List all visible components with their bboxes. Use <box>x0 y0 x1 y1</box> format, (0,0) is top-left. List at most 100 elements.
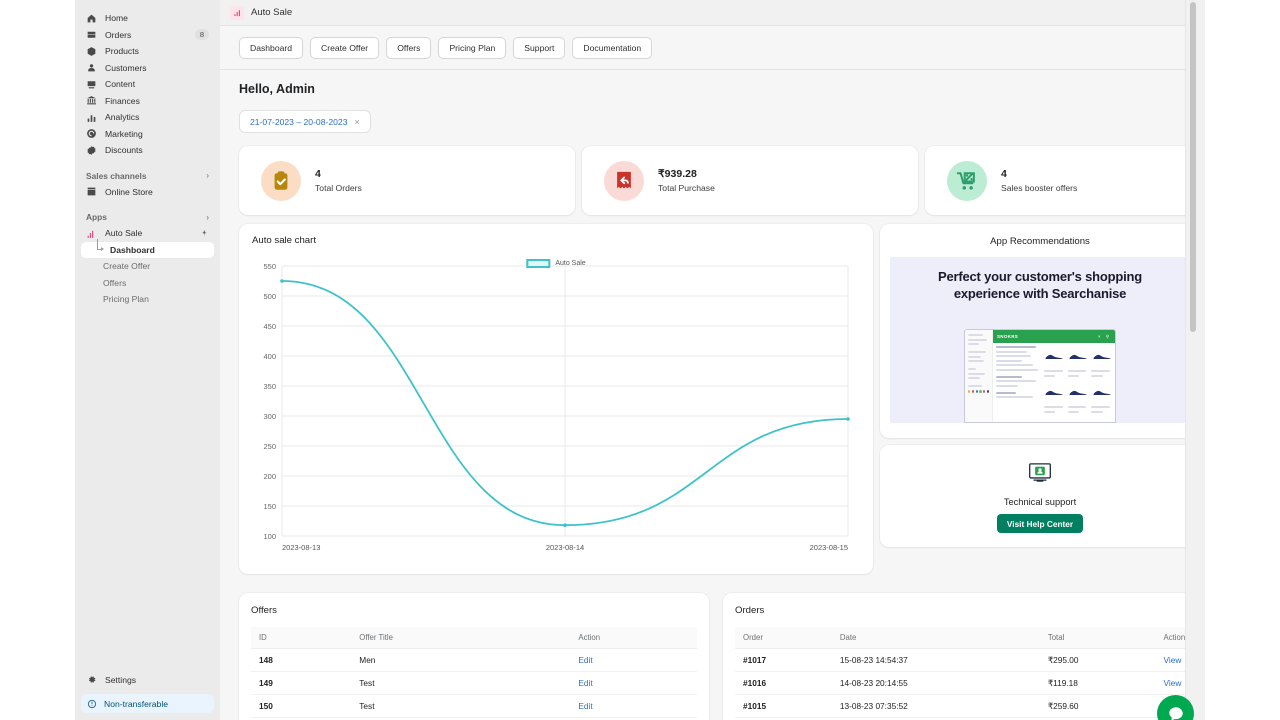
tab-support[interactable]: Support <box>513 36 566 59</box>
table-row: #1016 14-08-23 20:14:55 ₹119.18 View <box>735 671 1249 695</box>
app-logo-icon <box>230 5 244 20</box>
order-date: 14-08-23 20:14:55 <box>831 671 1040 695</box>
offer-title: Men <box>351 648 571 672</box>
sidebar-item-settings[interactable]: Settings <box>81 672 214 689</box>
finances-icon <box>86 95 97 106</box>
tables-row: Offers ID Offer Title Action 148 Men Edit 149… <box>239 593 1261 720</box>
date-range-filter[interactable]: 21-07-2023 – 20-08-2023 × <box>239 110 371 133</box>
view-link[interactable]: View <box>1164 678 1182 688</box>
recommendation-banner[interactable]: Perfect your customer's shopping experie… <box>890 257 1190 423</box>
tab-documentation[interactable]: Documentation <box>572 36 653 59</box>
sidebar-item-products[interactable]: Products <box>81 43 214 60</box>
filter-row: 21-07-2023 – 20-08-2023 × App Disable <box>239 110 1261 133</box>
app-recommendations-title: App Recommendations <box>990 236 1090 247</box>
shoe-icon <box>1091 382 1112 404</box>
sidebar-subitem-label: Pricing Plan <box>103 294 149 305</box>
stat-card: 4 Total Orders <box>239 146 575 215</box>
order-id: #1017 <box>735 648 832 672</box>
sidebar-item-marketing[interactable]: Marketing <box>81 126 214 143</box>
offer-action: Edit <box>570 671 697 695</box>
svg-text:100: 100 <box>263 532 276 541</box>
app-title: Auto Sale <box>251 7 293 18</box>
sidebar-item-label: Orders <box>105 29 132 40</box>
order-date: 13-08-23 07:35:52 <box>831 694 1040 718</box>
tab-dashboard[interactable]: Dashboard <box>239 36 304 59</box>
column-header: Order <box>735 627 832 649</box>
sidebar-item-analytics[interactable]: Analytics <box>81 109 214 126</box>
edit-link[interactable]: Edit <box>578 701 592 711</box>
mock-product-cell <box>1067 346 1089 379</box>
products-icon <box>86 46 97 57</box>
visit-help-center-button[interactable]: Visit Help Center <box>996 514 1084 533</box>
edit-link[interactable]: Edit <box>578 678 592 688</box>
svg-text:500: 500 <box>263 292 276 301</box>
table-row: 149 Test Edit <box>251 671 697 695</box>
tab-pricing-plan[interactable]: Pricing Plan <box>438 36 507 59</box>
receipt-return-icon <box>604 160 644 201</box>
column-header: Offer Title <box>351 627 571 649</box>
sidebar-subitem-create-offer[interactable]: Create Offer <box>81 258 214 275</box>
svg-text:150: 150 <box>263 502 276 511</box>
orders-title: Orders <box>735 605 765 616</box>
sidebar-item-customers[interactable]: Customers <box>81 60 214 77</box>
sidebar-section-sales-channels: Sales channels › <box>86 171 209 181</box>
mock-search-icons: × ⚲ <box>1097 333 1111 339</box>
non-transferable-label: Non-transferable <box>104 698 169 709</box>
content-icon <box>86 79 97 90</box>
info-circle-icon <box>88 699 96 708</box>
chevron-right-icon[interactable]: › <box>206 213 209 222</box>
chart-legend[interactable]: Auto Sale <box>526 259 586 268</box>
table-row: #1017 15-08-23 14:54:37 ₹295.00 View <box>735 648 1249 672</box>
sidebar-item-label: Marketing <box>105 128 143 139</box>
sidebar-item-label: Analytics <box>105 112 140 123</box>
apps-label: Apps <box>86 212 107 222</box>
edit-link[interactable]: Edit <box>578 655 592 665</box>
svg-text:400: 400 <box>263 352 276 361</box>
tab-create-offer[interactable]: Create Offer <box>310 36 380 59</box>
svg-text:300: 300 <box>263 412 276 421</box>
close-icon[interactable]: × <box>354 117 359 127</box>
right-column: App Recommendations Perfect your custome… <box>880 224 1200 547</box>
sidebar-item-auto-sale[interactable]: Auto Sale <box>81 225 214 242</box>
view-link[interactable]: View <box>1164 655 1182 665</box>
marketing-icon <box>86 128 97 139</box>
sidebar-item-online-store[interactable]: Online Store <box>81 184 214 201</box>
sidebar-item-content[interactable]: Content <box>81 76 214 93</box>
sidebar-subitem-pricing-plan[interactable]: Pricing Plan <box>81 291 214 308</box>
svg-text:200: 200 <box>263 472 276 481</box>
sidebar-subitem-offers[interactable]: Offers <box>81 275 214 292</box>
table-row: 150 Test Edit <box>251 694 697 718</box>
sidebar-item-discounts[interactable]: Discounts <box>81 142 214 159</box>
chat-bubble-icon <box>1168 706 1183 720</box>
page-scrollbar[interactable] <box>1185 0 1205 720</box>
sidebar-subitem-label: Create Offer <box>103 261 151 272</box>
sidebar-item-finances[interactable]: Finances <box>81 93 214 110</box>
column-header: Date <box>831 627 1040 649</box>
mock-facets <box>996 346 1040 415</box>
mock-product-cell <box>1091 382 1112 415</box>
column-header: ID <box>251 627 352 649</box>
line-chart-svg: 550 500 450 400 350 300 250 200 150 100 2023-08-13… <box>263 262 850 552</box>
column-header: Total <box>1039 627 1156 649</box>
svg-text:550: 550 <box>263 262 276 271</box>
tab-offers[interactable]: Offers <box>386 36 432 59</box>
mock-product-cell <box>1044 346 1065 379</box>
sidebar-item-home[interactable]: Home <box>81 10 214 27</box>
mock-search-bar: SNOKRS × ⚲ <box>993 330 1115 343</box>
order-total: ₹259.60 <box>1039 694 1156 718</box>
stat-label: Total Orders <box>315 183 362 193</box>
sidebar-item-orders[interactable]: Orders 8 <box>81 27 214 44</box>
chevron-right-icon[interactable]: › <box>206 171 209 180</box>
offer-title: Test <box>351 694 571 718</box>
sidebar-subitem-dashboard[interactable]: Dashboard <box>81 238 214 258</box>
main-area: Auto Sale ⋯ Dashboard Create Offer Offers P… <box>220 0 1280 720</box>
page-scrollbar-thumb[interactable] <box>1190 2 1196 332</box>
page-content: Hello, Admin 21-07-2023 – 20-08-2023 × A… <box>220 70 1280 720</box>
offer-id: 149 <box>251 671 352 695</box>
svg-text:2023-08-14: 2023-08-14 <box>546 543 584 552</box>
app-window: Home Orders 8 Products Customers Content Finan… <box>0 0 1280 720</box>
offer-id: 150 <box>251 694 352 718</box>
pin-icon[interactable] <box>200 229 209 238</box>
analytics-icon <box>86 112 97 123</box>
sidebar-item-label: Settings <box>105 674 137 685</box>
